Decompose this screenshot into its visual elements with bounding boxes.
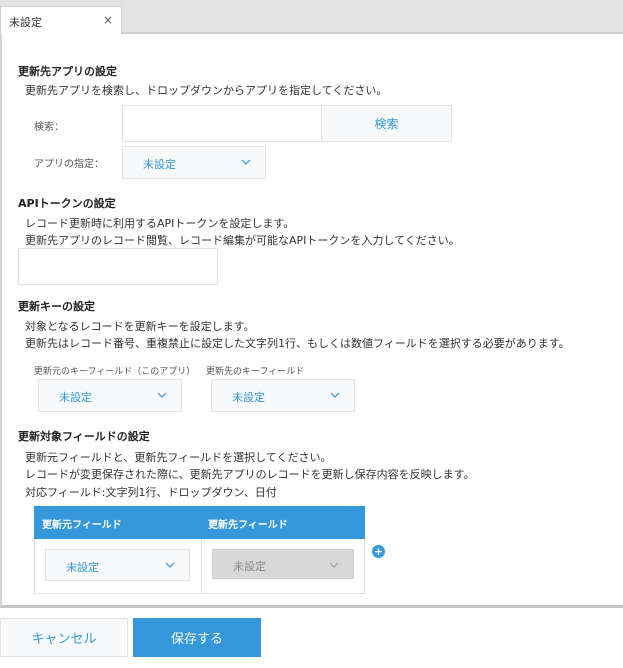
api-token-heading: APIトークンの設定 (18, 197, 116, 210)
source-field-select[interactable]: 未設定 (45, 549, 190, 581)
tab-bar: 未設定 × (0, 0, 623, 34)
cancel-button[interactable]: キャンセル (0, 618, 128, 657)
app-select[interactable]: 未設定 (122, 146, 266, 179)
search-label: 検索： (34, 122, 64, 133)
target-key-select[interactable]: 未設定 (211, 379, 355, 412)
source-key-value: 未設定 (59, 391, 92, 404)
save-button[interactable]: 保存する (133, 618, 261, 657)
chevron-down-icon (241, 159, 251, 165)
column-divider (201, 539, 202, 593)
update-key-line1: 対象となるレコードを更新キーを設定します。 (25, 320, 255, 333)
column-source-field: 更新元フィールド (42, 520, 122, 531)
target-key-label: 更新先のキーフィールド (206, 367, 305, 377)
tab-untitled[interactable]: 未設定 × (0, 6, 122, 34)
add-row-button[interactable]: + (372, 545, 385, 558)
source-key-select[interactable]: 未設定 (38, 379, 182, 412)
target-app-description: 更新先アプリを検索し、ドロップダウンからアプリを指定してください。 (25, 84, 388, 97)
source-key-label: 更新元のキーフィールド（このアプリ） (34, 367, 196, 377)
search-input[interactable] (122, 105, 322, 142)
chevron-down-icon (329, 562, 339, 568)
update-key-line2: 更新先はレコード番号、重複禁止に設定した文字列1行、もしくは数値フィールドを選択… (25, 337, 570, 350)
close-icon[interactable]: × (103, 13, 113, 27)
chevron-down-icon (165, 562, 175, 568)
search-button[interactable]: 検索 (321, 105, 452, 142)
api-token-line2: 更新先アプリのレコード閲覧、レコード編集が可能なAPIトークンを入力してください… (25, 234, 460, 247)
chevron-down-icon (330, 392, 340, 398)
api-token-input[interactable] (18, 248, 218, 285)
app-select-value: 未設定 (143, 158, 176, 171)
chevron-down-icon (157, 392, 167, 398)
target-key-value: 未設定 (232, 391, 265, 404)
fields-line3: 対応フィールド:文字列1行、ドロップダウン、日付 (25, 486, 277, 499)
target-app-heading: 更新先アプリの設定 (18, 65, 117, 78)
api-token-line1: レコード更新時に利用するAPIトークンを設定します。 (25, 217, 295, 230)
field-table-header: 更新元フィールド 更新先フィールド (34, 506, 365, 539)
target-field-select: 未設定 (212, 549, 354, 579)
column-target-field: 更新先フィールド (208, 520, 288, 531)
fields-line2: レコードが変更保存された際に、更新先アプリのレコードを更新し保存内容を反映します… (25, 468, 475, 481)
fields-line1: 更新元フィールドと、更新先フィールドを選択してください。 (25, 451, 332, 464)
target-field-value: 未設定 (233, 560, 266, 573)
app-select-label: アプリの指定： (34, 159, 104, 170)
tab-label: 未設定 (9, 16, 42, 29)
fields-heading: 更新対象フィールドの設定 (18, 430, 150, 443)
update-key-heading: 更新キーの設定 (18, 300, 95, 313)
source-field-value: 未設定 (66, 561, 99, 574)
